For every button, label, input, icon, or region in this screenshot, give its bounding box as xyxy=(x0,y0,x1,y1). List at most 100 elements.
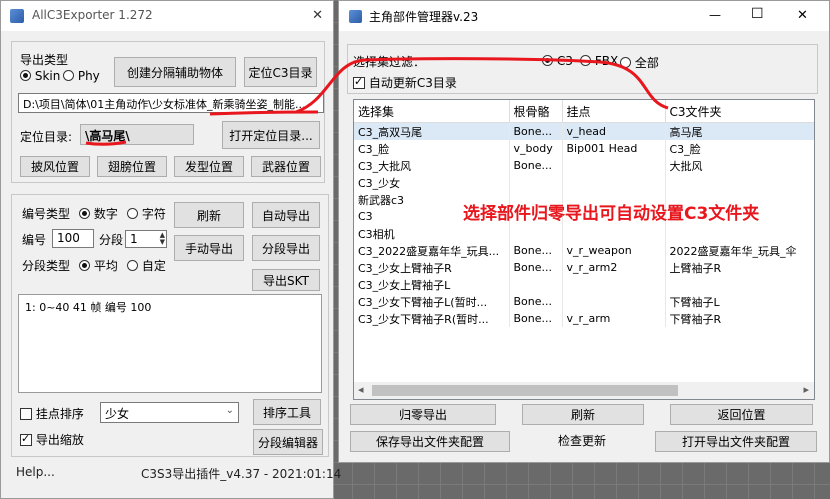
frames-list[interactable]: 1: 0~40 41 帧 编号 100 xyxy=(18,294,322,393)
return-position-button[interactable]: 返回位置 xyxy=(670,404,813,425)
table-cell: v_r_arm xyxy=(562,310,666,327)
filter-label: 选择集过滤： xyxy=(353,55,426,69)
num-input[interactable]: 100 xyxy=(52,229,94,248)
group-combobox[interactable]: 少女 ⌄ xyxy=(100,402,239,423)
table-cell: 下臂袖子L xyxy=(665,293,814,310)
app-icon xyxy=(10,9,24,23)
filter-radio-c3[interactable]: C3 xyxy=(542,54,573,68)
column-header[interactable]: 挂点 xyxy=(562,100,666,123)
refresh-button[interactable]: 刷新 xyxy=(174,202,244,228)
hair-position-button[interactable]: 发型位置 xyxy=(174,156,244,177)
table-row[interactable]: C3_2022盛夏嘉年华_玩具... Bone... v_r_weapon 2022盛… xyxy=(354,242,814,259)
right-titlebar: 主角部件管理器v.23 — ☐ ✕ xyxy=(339,1,829,31)
table-cell: v_head xyxy=(562,122,666,140)
locate-dir-label: 定位目录: xyxy=(20,130,73,144)
open-export-config-button[interactable]: 打开导出文件夹配置 xyxy=(655,431,817,452)
table-row[interactable]: C3_少女上臂袖子L xyxy=(354,276,814,293)
locate-dir-field[interactable]: \高马尾\ xyxy=(80,124,194,145)
radio-number-dot xyxy=(79,208,90,219)
cape-position-button[interactable]: 披风位置 xyxy=(20,156,90,177)
table-cell: C3_少女下臂袖子R(暂时... xyxy=(354,310,510,327)
table-row[interactable]: C3_少女上臂袖子R Bone... v_r_arm2 上臂袖子R xyxy=(354,259,814,276)
table-cell xyxy=(509,225,563,242)
table-row[interactable]: C3_少女下臂袖子L(暂时... Bone... 下臂袖子L xyxy=(354,293,814,310)
minimize-icon[interactable]: — xyxy=(709,8,721,22)
radio-average-dot xyxy=(79,260,90,271)
radio-skin[interactable]: Skin xyxy=(20,69,60,83)
column-header[interactable]: 选择集 xyxy=(354,100,510,123)
chevron-down-icon[interactable]: ⌄ xyxy=(226,405,234,416)
export-scale-box xyxy=(20,432,32,446)
radio-phy[interactable]: Phy xyxy=(63,69,100,83)
table-cell xyxy=(562,174,666,191)
filter-radio-all-dot xyxy=(620,57,631,68)
export-scale-label: 导出缩放 xyxy=(35,433,84,447)
table-cell: v_r_arm2 xyxy=(562,259,666,276)
save-export-config-button[interactable]: 保存导出文件夹配置 xyxy=(350,431,510,452)
auto-export-button[interactable]: 自动导出 xyxy=(252,202,320,228)
locate-c3-button[interactable]: 定位C3目录 xyxy=(244,57,317,87)
export-scale-checkbox[interactable]: 导出缩放 xyxy=(20,431,84,448)
wing-position-button[interactable]: 翅膀位置 xyxy=(97,156,167,177)
check-update-link[interactable]: 检查更新 xyxy=(558,432,606,449)
close-icon[interactable]: ✕ xyxy=(797,8,808,23)
segment-editor-button[interactable]: 分段编辑器 xyxy=(253,429,323,455)
filter-radio-c3-label: C3 xyxy=(556,54,573,68)
table-cell: C3_2022盛夏嘉年华_玩具... xyxy=(354,242,510,259)
segment-export-button[interactable]: 分段导出 xyxy=(252,235,320,261)
frames-list-item[interactable]: 1: 0~40 41 帧 编号 100 xyxy=(25,301,151,314)
table-row[interactable]: C3_高双马尾 Bone... v_head 高马尾 xyxy=(354,122,814,140)
table-row[interactable]: C3相机 xyxy=(354,225,814,242)
column-header[interactable]: 根骨骼 xyxy=(509,100,563,123)
auto-update-label: 自动更新C3目录 xyxy=(368,76,457,90)
zero-export-button[interactable]: 归零导出 xyxy=(350,404,496,425)
radio-phy-label: Phy xyxy=(77,69,100,83)
filter-radio-fbx[interactable]: FBX xyxy=(580,54,618,68)
radio-char[interactable]: 字符 xyxy=(127,205,166,222)
manual-export-button[interactable]: 手动导出 xyxy=(174,235,244,261)
open-locate-dir-button[interactable]: 打开定位目录... xyxy=(222,121,320,149)
filter-radio-fbx-dot xyxy=(580,55,591,66)
table-cell: v_body xyxy=(509,140,563,157)
selection-list[interactable]: 选择集 根骨骼 挂点 C3文件夹 C3_高双马尾 Bone... v_head 高马尾… xyxy=(353,99,815,400)
radio-average[interactable]: 平均 xyxy=(79,257,118,274)
annotation-text: 选择部件归零导出可自动设置C3文件夹 xyxy=(463,204,760,224)
table-cell: Bone... xyxy=(509,259,563,276)
weapon-position-button[interactable]: 武器位置 xyxy=(251,156,321,177)
table-cell: C3_少女上臂袖子L xyxy=(354,276,510,293)
table-row[interactable]: C3_大批风 Bone... 大批风 xyxy=(354,157,814,174)
mount-sort-box xyxy=(20,408,32,420)
sort-tool-button[interactable]: 排序工具 xyxy=(253,399,321,425)
radio-number[interactable]: 数字 xyxy=(79,205,118,222)
table-cell xyxy=(562,225,666,242)
scroll-right-icon[interactable]: ▸ xyxy=(803,383,809,396)
segment-value: 1 xyxy=(130,232,138,246)
radio-char-dot xyxy=(127,208,138,219)
auto-update-checkbox[interactable]: 自动更新C3目录 xyxy=(353,74,457,91)
table-cell: Bone... xyxy=(509,122,563,140)
segment-spinner[interactable]: 1 ▲ ▼ xyxy=(125,230,167,248)
export-skt-button[interactable]: 导出SKT xyxy=(252,269,320,291)
help-link[interactable]: Help... xyxy=(16,465,55,479)
spinner-arrows-icon[interactable]: ▲ ▼ xyxy=(160,232,165,246)
scrollbar-thumb[interactable] xyxy=(372,385,678,396)
table-cell xyxy=(562,157,666,174)
table-cell xyxy=(665,174,814,191)
close-icon[interactable]: ✕ xyxy=(312,8,323,23)
filter-radio-fbx-label: FBX xyxy=(594,54,619,68)
maximize-icon[interactable]: ☐ xyxy=(751,6,764,22)
create-helper-button[interactable]: 创建分隔辅助物体 xyxy=(114,57,236,87)
filter-radio-all[interactable]: 全部 xyxy=(620,54,659,71)
refresh-button[interactable]: 刷新 xyxy=(522,404,644,425)
allc3exporter-window: AllC3Exporter 1.272 ✕ 导出类型 Skin Phy 创建分隔… xyxy=(0,0,341,499)
horizontal-scrollbar[interactable]: ◂ ▸ xyxy=(354,382,814,399)
scroll-left-icon[interactable]: ◂ xyxy=(358,383,364,396)
radio-custom[interactable]: 自定 xyxy=(127,257,166,274)
app-icon xyxy=(349,10,362,23)
mount-sort-checkbox[interactable]: 挂点排序 xyxy=(20,405,84,422)
table-row[interactable]: C3_少女 xyxy=(354,174,814,191)
table-row[interactable]: C3_脸 v_body Bip001 Head C3_脸 xyxy=(354,140,814,157)
table-row[interactable]: C3_少女下臂袖子R(暂时... Bone... v_r_arm 下臂袖子R xyxy=(354,310,814,327)
path-field[interactable]: D:\项目\简体\01主角动作\少女标准体_新乘骑坐姿_制能... xyxy=(18,93,324,113)
column-header[interactable]: C3文件夹 xyxy=(665,100,814,123)
